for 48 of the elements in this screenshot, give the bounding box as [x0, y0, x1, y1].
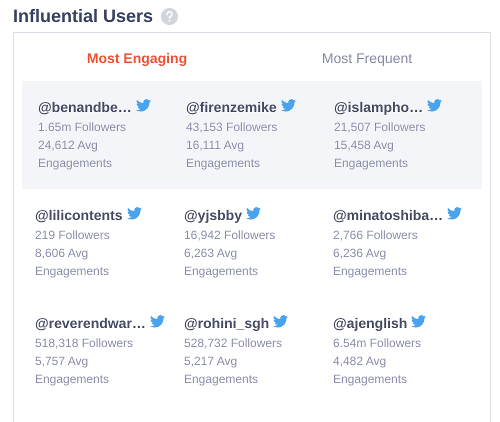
followers-count: 219 Followers [35, 227, 111, 244]
bird-icon [150, 315, 165, 328]
avg-count: 16,111 Avg [186, 137, 246, 154]
engagements-label: Engagements [38, 155, 114, 172]
avg-count: 5,217 Avg [184, 353, 238, 370]
user-handle[interactable]: @rohini_sgh [184, 313, 270, 334]
user-handle[interactable]: @reverendwar… [35, 313, 146, 334]
engagements-label: Engagements [333, 371, 408, 388]
followers-count: 21,507 Followers [334, 119, 426, 136]
engagements-label: Engagements [184, 263, 260, 280]
followers-count: 2,766 Followers [333, 227, 419, 244]
followers-count: 43,153 Followers [186, 119, 278, 136]
bird-icon [136, 99, 151, 112]
followers-count: 528,732 Followers [184, 335, 284, 352]
followers-count: 16,942 Followers [184, 227, 276, 244]
avg-count: 8,606 Avg [35, 245, 90, 262]
avg-count: 5,757 Avg [35, 353, 90, 370]
avg-count: 24,612 Avg [38, 137, 99, 154]
engagements-label: Engagements [334, 155, 410, 172]
bird-icon [246, 207, 262, 220]
user-handle[interactable]: @ajenglish [333, 313, 408, 334]
user-handle[interactable]: @yjsbby [184, 205, 242, 226]
engagements-label: Engagements [333, 263, 408, 280]
engagements-label: Engagements [35, 263, 110, 280]
user-handle[interactable]: @islampho… [334, 97, 424, 118]
user-handle[interactable]: @minatoshiba… [333, 205, 444, 226]
user-handle[interactable]: @lilicontents [35, 205, 123, 226]
bird-icon [411, 315, 426, 328]
followers-count: 6.54m Followers [333, 335, 422, 352]
help-icon[interactable] [161, 8, 178, 24]
user-handle[interactable]: @firenzemike [186, 97, 277, 118]
avg-count: 15,458 Avg [334, 137, 395, 154]
bird-icon [427, 99, 442, 112]
followers-count: 1.65m Followers [38, 119, 128, 136]
bird-icon [280, 99, 296, 112]
section-title: Influential Users [13, 4, 154, 28]
bird-icon [126, 207, 142, 220]
engagements-label: Engagements [35, 371, 110, 388]
followers-count: 518,318 Followers [35, 335, 134, 352]
engagements-label: Engagements [186, 155, 262, 172]
highlighted-row[interactable]: @benandbe… 1.65m Followers 24,612 Avg Engagements @firenzemike 43,153 Followers 16,111 Avg Engagements @islampho… 21,507 Followers 15,458 Avg Engagements [22, 81, 482, 189]
bird-icon [273, 315, 288, 328]
engagements-label: Engagements [184, 371, 260, 388]
user-handle[interactable]: @benandbe… [38, 97, 132, 118]
bird-icon [447, 207, 462, 220]
avg-count: 4,482 Avg [333, 353, 388, 370]
avg-count: 6,263 Avg [184, 245, 238, 262]
avg-count: 6,236 Avg [333, 245, 388, 262]
